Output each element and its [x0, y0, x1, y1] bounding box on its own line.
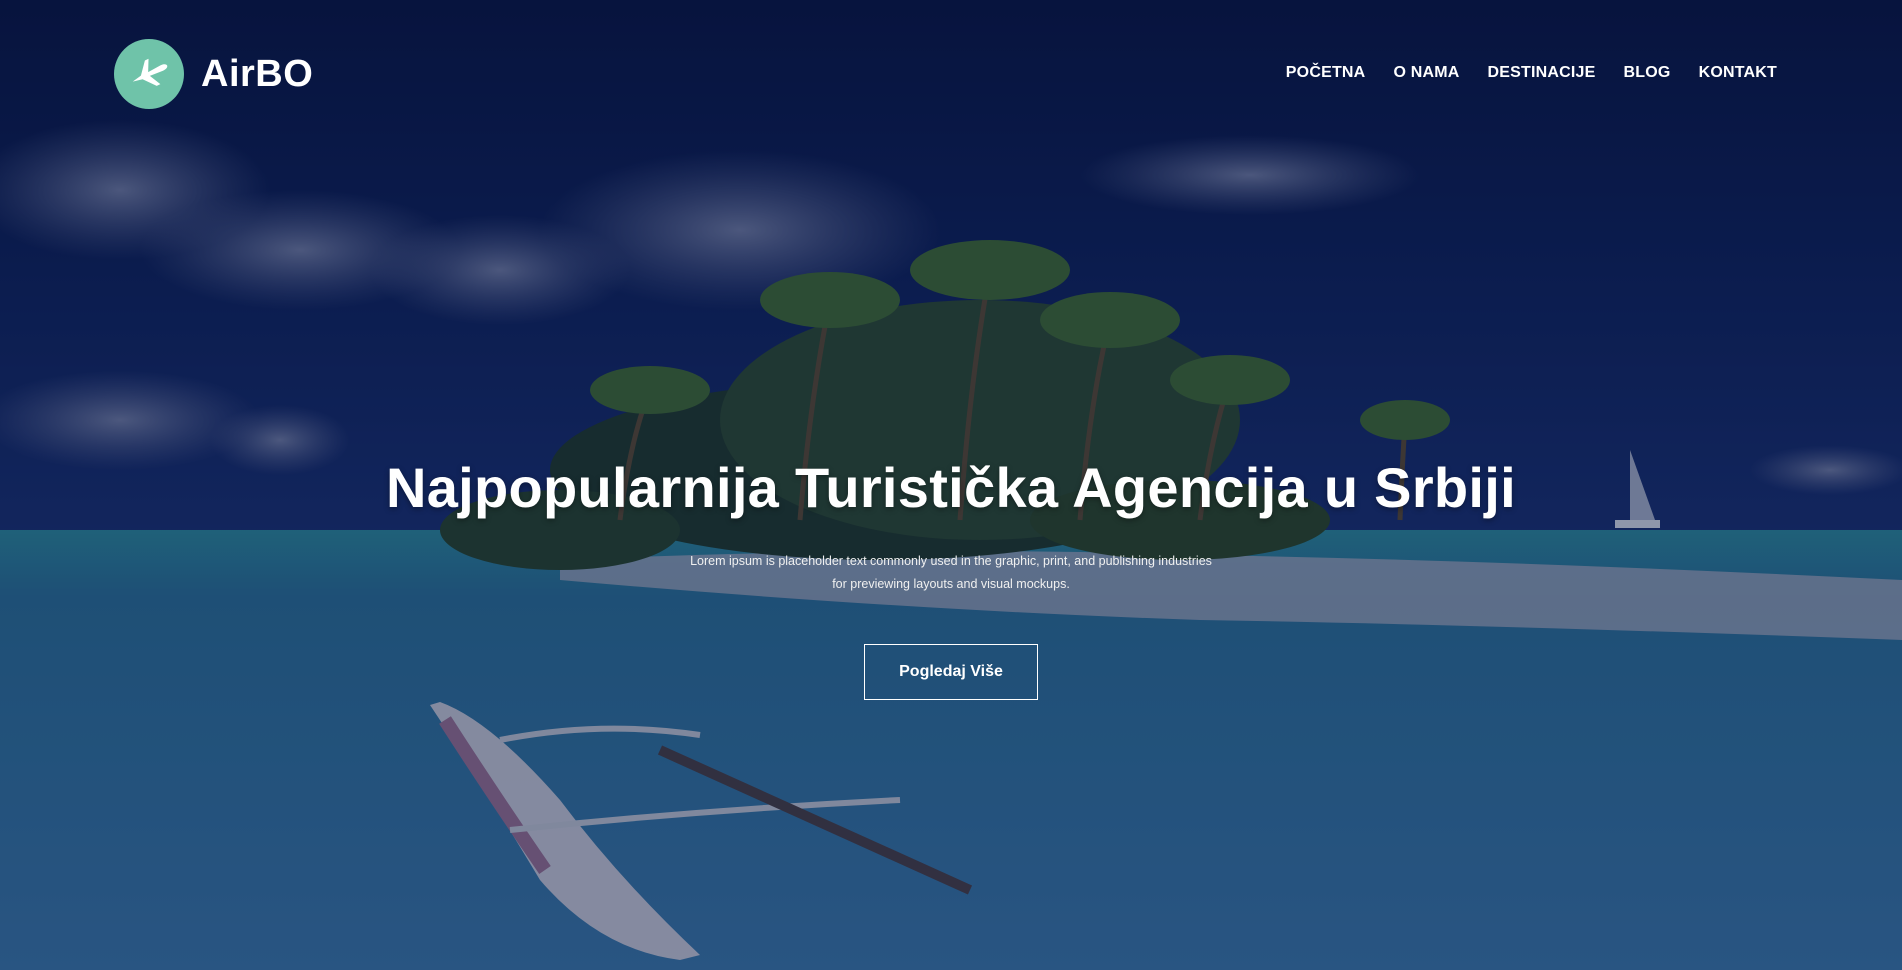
hero-subtitle: Lorem ipsum is placeholder text commonly… — [671, 550, 1231, 596]
hero-subtitle-line: for previewing layouts and visual mockup… — [832, 577, 1070, 591]
brand-name: AirBO — [201, 52, 314, 95]
hero-section: AirBO POČETNA O NAMA DESTINACIJE BLOG KO… — [0, 0, 1902, 970]
nav-item-kontakt[interactable]: KONTAKT — [1699, 64, 1777, 82]
nav-item-destinacije[interactable]: DESTINACIJE — [1488, 64, 1596, 82]
brand-logo[interactable]: AirBO — [114, 39, 313, 109]
nav-item-o-nama[interactable]: O NAMA — [1393, 64, 1459, 82]
nav-item-blog[interactable]: BLOG — [1624, 64, 1671, 82]
main-nav: POČETNA O NAMA DESTINACIJE BLOG KONTAKT — [1286, 64, 1777, 82]
hero-subtitle-line: Lorem ipsum is placeholder text commonly… — [690, 554, 1212, 568]
hero-title: Najpopularnija Turistička Agencija u Srb… — [385, 456, 1517, 519]
view-more-button[interactable]: Pogledaj Više — [864, 644, 1038, 700]
site-header: AirBO POČETNA O NAMA DESTINACIJE BLOG KO… — [0, 0, 1902, 150]
nav-item-pocetna[interactable]: POČETNA — [1286, 64, 1366, 82]
hero-content: Najpopularnija Turistička Agencija u Srb… — [0, 455, 1902, 700]
airplane-icon — [114, 39, 184, 109]
